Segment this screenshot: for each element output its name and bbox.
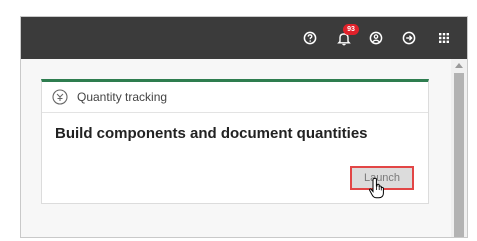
- help-button[interactable]: [297, 25, 323, 51]
- vertical-scrollbar[interactable]: [451, 59, 467, 237]
- quantity-tracking-icon: [51, 88, 69, 106]
- scroll-up-arrow-icon[interactable]: [455, 63, 463, 68]
- user-icon: [369, 31, 383, 45]
- account-button[interactable]: [363, 25, 389, 51]
- app-window: 93 Quantity tracking Build components an…: [20, 16, 468, 238]
- apps-menu-button[interactable]: [431, 25, 457, 51]
- notification-count-badge: 93: [343, 24, 359, 35]
- quantity-tracking-card: Quantity tracking Build components and d…: [41, 79, 429, 204]
- card-heading: Build components and document quantities: [55, 125, 368, 142]
- top-toolbar: 93: [21, 17, 467, 59]
- apps-grid-icon: [439, 33, 449, 43]
- notifications-button[interactable]: 93: [331, 24, 359, 51]
- card-header: Quantity tracking: [42, 82, 428, 113]
- content-area: Quantity tracking Build components and d…: [21, 59, 451, 237]
- card-title: Quantity tracking: [77, 90, 168, 104]
- logout-button[interactable]: [396, 25, 422, 51]
- hand-cursor-icon: [369, 177, 384, 199]
- logout-icon: [402, 31, 416, 45]
- help-icon: [303, 31, 317, 45]
- scrollbar-thumb[interactable]: [454, 73, 464, 237]
